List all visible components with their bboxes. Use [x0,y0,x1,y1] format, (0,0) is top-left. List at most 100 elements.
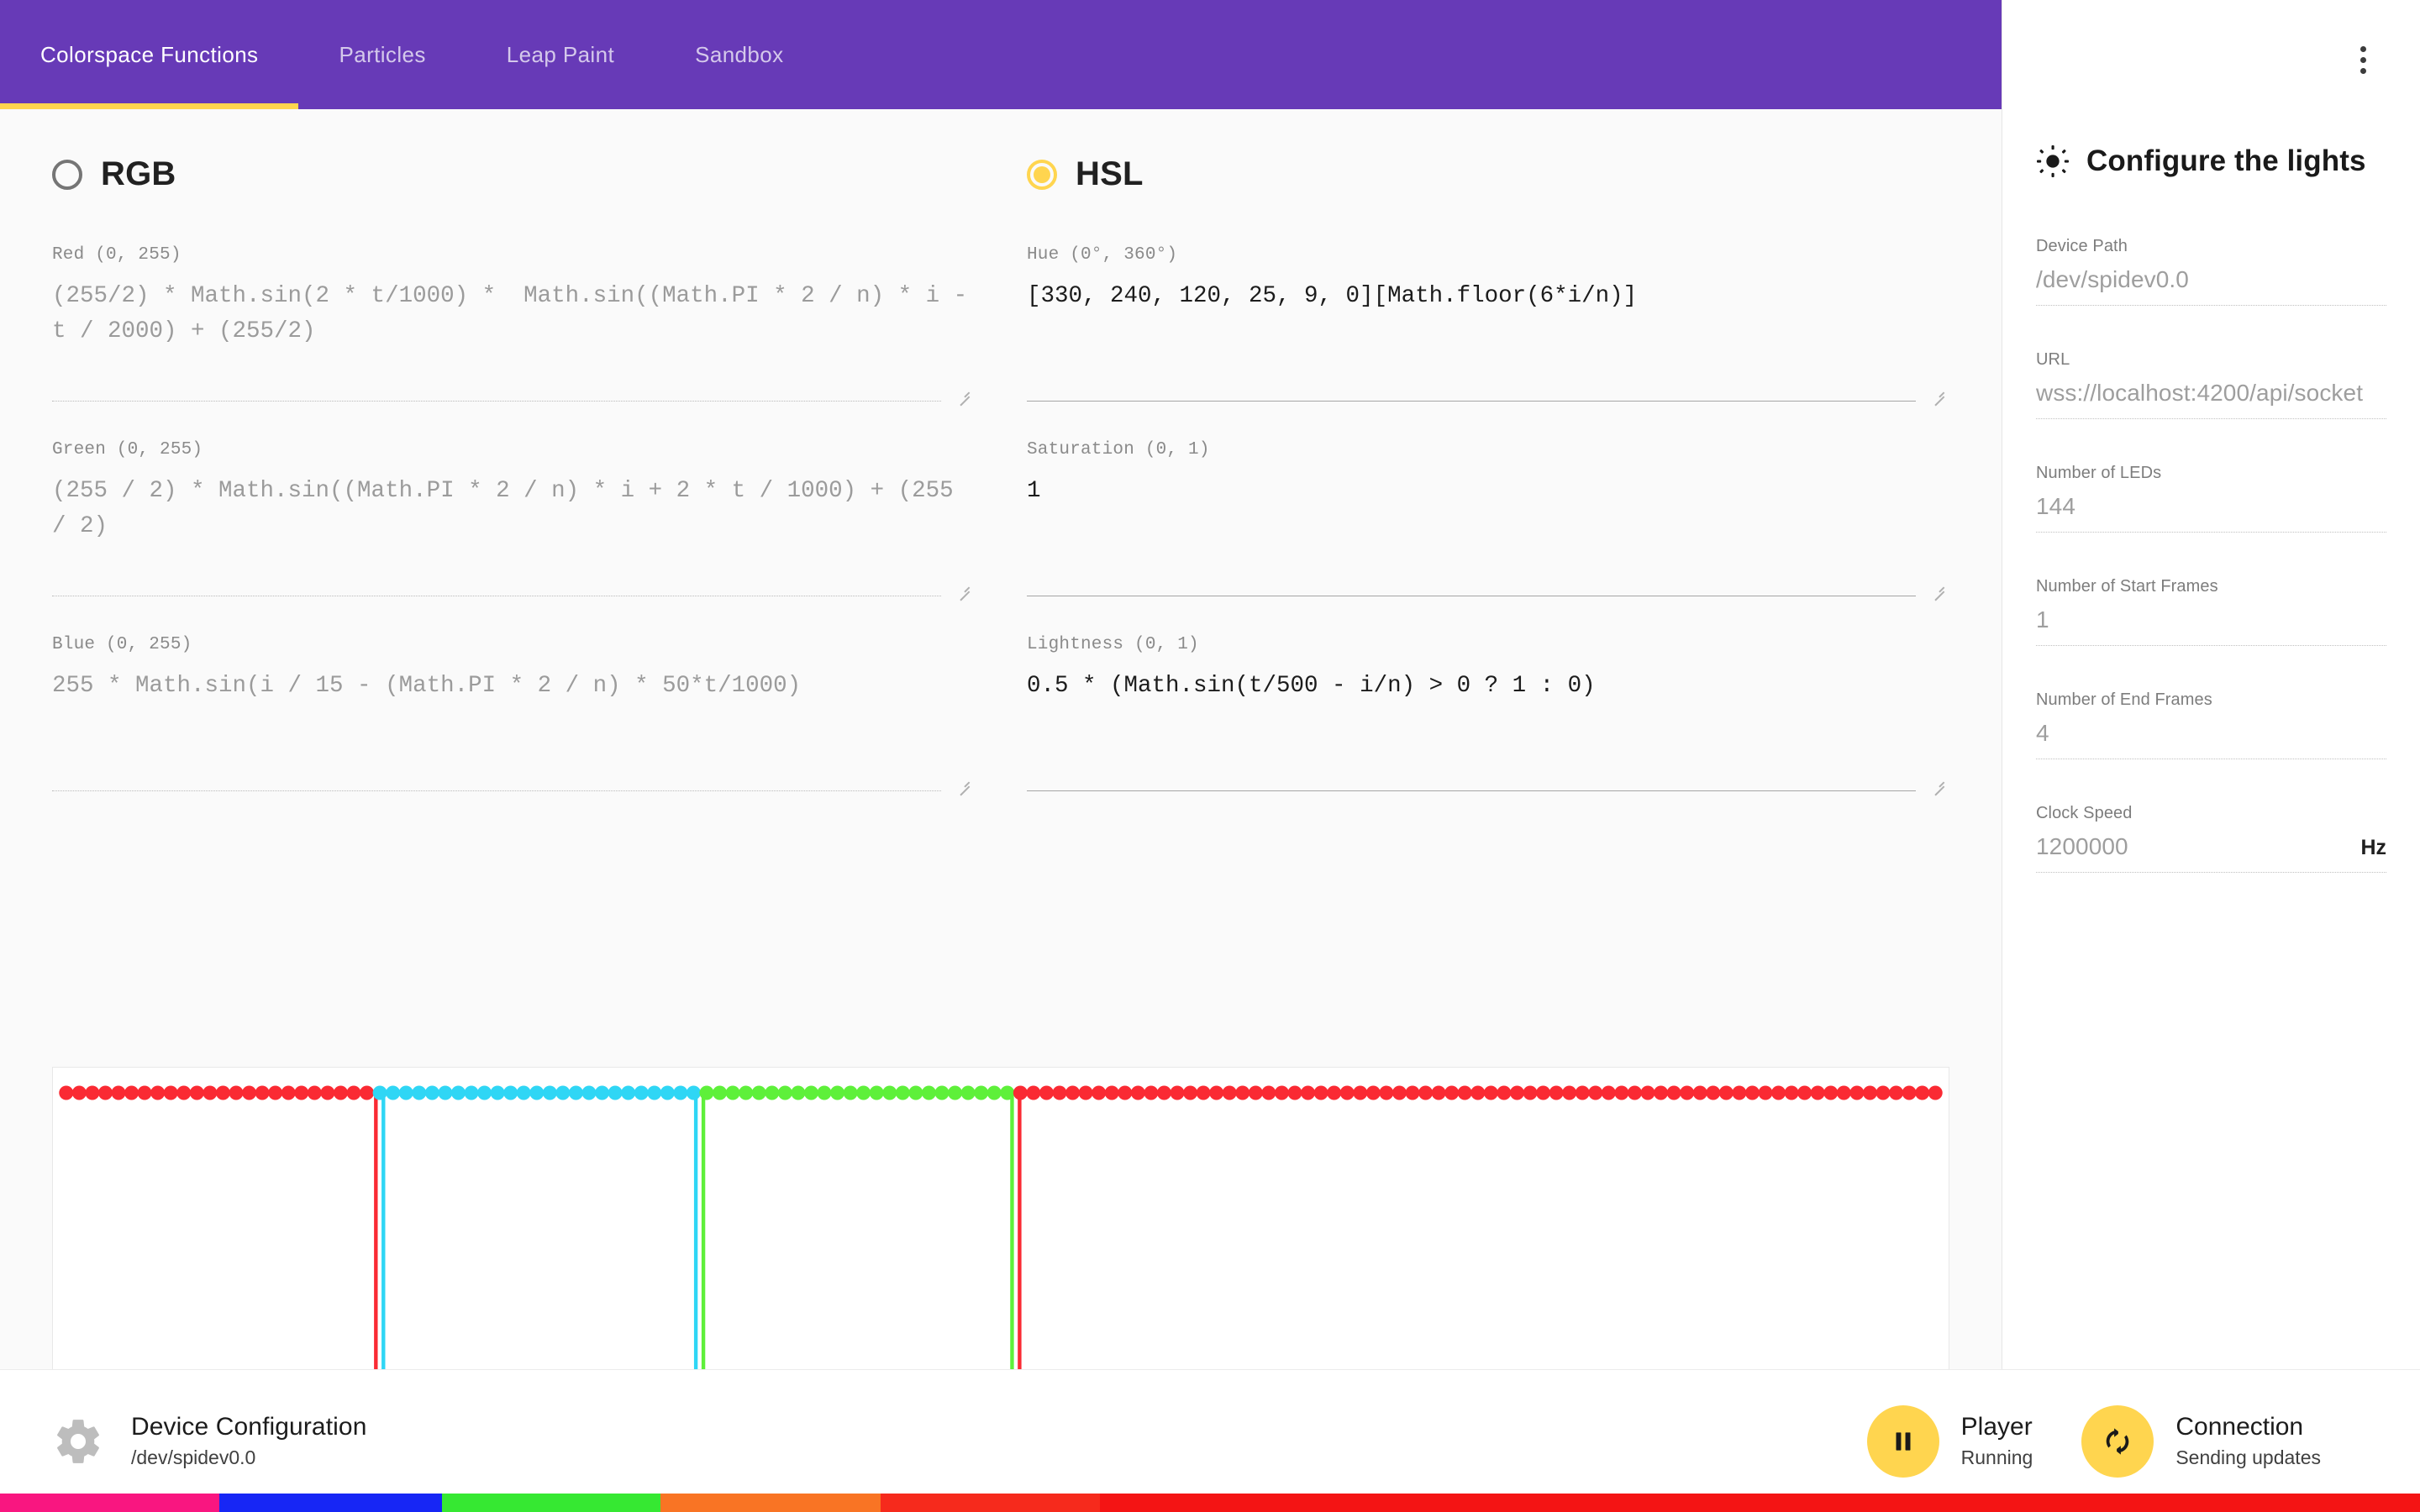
led-dot [360,1085,375,1100]
tab-label: Particles [339,41,426,67]
clock-speed-input[interactable]: 1200000 [2036,833,2128,860]
start-frames-field[interactable]: Number of Start Frames 1 [2036,577,2386,646]
kebab-menu-icon[interactable] [2341,38,2385,81]
hsl-radio-button[interactable] [1027,159,1057,190]
end-frames-input[interactable]: 4 [2036,720,2049,747]
rgb-radio-group[interactable]: RGB [52,155,975,193]
connection-status-item[interactable]: Connection Sending updates [2081,1404,2321,1478]
led-dot [1013,1085,1028,1100]
led-dot [1118,1085,1133,1100]
led-dot [974,1085,989,1100]
green-field-value[interactable]: (255 / 2) * Math.sin((Math.PI * 2 / n) *… [52,474,975,544]
led-dot [1261,1085,1276,1100]
player-pause-button[interactable] [1866,1404,1939,1478]
lightness-field-value[interactable]: 0.5 * (Math.sin(t/500 - i/n) > 0 ? 1 : 0… [1027,669,1949,704]
app-toolbar: Colorspace Functions Particles Leap Pain… [0,0,2002,109]
saturation-field-resize-handle[interactable] [1931,579,1944,592]
sidebar-fields: Device Path /dev/spidev0.0 URL wss://loc… [2036,178,2386,873]
rgb-radio-button[interactable] [52,159,82,190]
hue-field-underline [1027,401,1916,402]
led-dot [713,1085,728,1100]
led-dot [921,1085,936,1100]
led-dot [686,1085,701,1100]
led-dot [85,1085,100,1100]
blue-field-resize-handle[interactable] [956,774,970,787]
led-dot [621,1085,636,1100]
hue-field-label: Hue (0°, 360°) [1027,245,1178,265]
led-dot [1365,1085,1381,1100]
blue-formula-field[interactable]: Blue (0, 255) 255 * Math.sin(i / 15 - (M… [52,635,975,791]
led-dot [1588,1085,1603,1100]
clock-speed-underline [2036,872,2386,873]
led-dot [1065,1085,1081,1100]
number-of-leds-label: Number of LEDs [2036,464,2162,482]
led-dot [1274,1085,1289,1100]
led-dot [1000,1085,1015,1100]
blue-field-value[interactable]: 255 * Math.sin(i / 15 - (Math.PI * 2 / n… [52,669,975,704]
tab-leap-paint[interactable]: Leap Paint [466,0,655,109]
green-field-resize-handle[interactable] [956,579,970,592]
hsl-column-header: HSL [975,155,1949,193]
url-input[interactable]: wss://localhost:4200/api/socket [2036,380,2363,407]
number-of-leds-input[interactable]: 144 [2036,493,2075,520]
tab-label: Colorspace Functions [40,41,259,67]
color-strip-band [0,1494,219,1512]
saturation-field-label: Saturation (0, 1) [1027,440,1210,459]
lightness-formula-field[interactable]: Lightness (0, 1) 0.5 * (Math.sin(t/500 -… [1027,635,1949,791]
led-dot [1810,1085,1825,1100]
led-dot [1405,1085,1420,1100]
led-dot [581,1085,597,1100]
hue-formula-field[interactable]: Hue (0°, 360°) [330, 240, 120, 25, 9, 0]… [1027,245,1949,402]
led-dot [503,1085,518,1100]
lightness-field-resize-handle[interactable] [1931,774,1944,787]
sidebar-header: Configure the lights [2036,0,2386,178]
device-configuration-item[interactable]: Device Configuration /dev/spidev0.0 [0,1413,366,1469]
led-dot [1509,1085,1524,1100]
led-dot [1313,1085,1328,1100]
led-dot [1078,1085,1093,1100]
led-dot [869,1085,884,1100]
tab-colorspace-functions[interactable]: Colorspace Functions [0,0,299,109]
led-dot [1379,1085,1394,1100]
led-dot [986,1085,1002,1100]
start-frames-underline [2036,645,2386,646]
device-path-field[interactable]: Device Path /dev/spidev0.0 [2036,237,2386,306]
led-dot [307,1085,322,1100]
hue-field-resize-handle[interactable] [1931,384,1944,397]
sun-brightness-icon [2036,144,2070,178]
led-dot [1235,1085,1250,1100]
tab-sandbox[interactable]: Sandbox [655,0,823,109]
led-dot [595,1085,610,1100]
tab-particles[interactable]: Particles [298,0,466,109]
led-dot [1156,1085,1171,1100]
end-frames-field[interactable]: Number of End Frames 4 [2036,690,2386,759]
led-dot [229,1085,244,1100]
saturation-formula-field[interactable]: Saturation (0, 1) 1 [1027,440,1949,596]
end-frames-label: Number of End Frames [2036,690,2212,709]
led-dot [1601,1085,1616,1100]
red-formula-field[interactable]: Red (0, 255) (255/2) * Math.sin(2 * t/10… [52,245,975,402]
green-formula-field[interactable]: Green (0, 255) (255 / 2) * Math.sin((Mat… [52,440,975,596]
red-field-value[interactable]: (255/2) * Math.sin(2 * t/1000) * Math.si… [52,279,975,349]
led-dot [895,1085,910,1100]
hsl-radio-group[interactable]: HSL [1027,155,1949,193]
led-dot [1470,1085,1486,1100]
saturation-field-value[interactable]: 1 [1027,474,1949,509]
player-subtitle: Running [1960,1446,2033,1468]
led-output-color-strip [0,1494,2420,1512]
clock-speed-label: Clock Speed [2036,804,2133,822]
connection-sync-button[interactable] [2081,1404,2154,1478]
led-dot [1497,1085,1512,1100]
device-path-input[interactable]: /dev/spidev0.0 [2036,266,2189,293]
player-status-item[interactable]: Player Running [1866,1404,2033,1478]
start-frames-input[interactable]: 1 [2036,606,2049,633]
url-field[interactable]: URL wss://localhost:4200/api/socket [2036,350,2386,419]
led-dot [856,1085,871,1100]
number-of-leds-field[interactable]: Number of LEDs 144 [2036,464,2386,533]
red-field-resize-handle[interactable] [956,384,970,397]
led-dot [1876,1085,1891,1100]
hue-field-value[interactable]: [330, 240, 120, 25, 9, 0][Math.floor(6*i… [1027,279,1949,314]
blue-field-underline [52,790,941,791]
clock-speed-field[interactable]: Clock Speed 1200000 Hz [2036,804,2386,873]
start-frames-label: Number of Start Frames [2036,577,2218,596]
